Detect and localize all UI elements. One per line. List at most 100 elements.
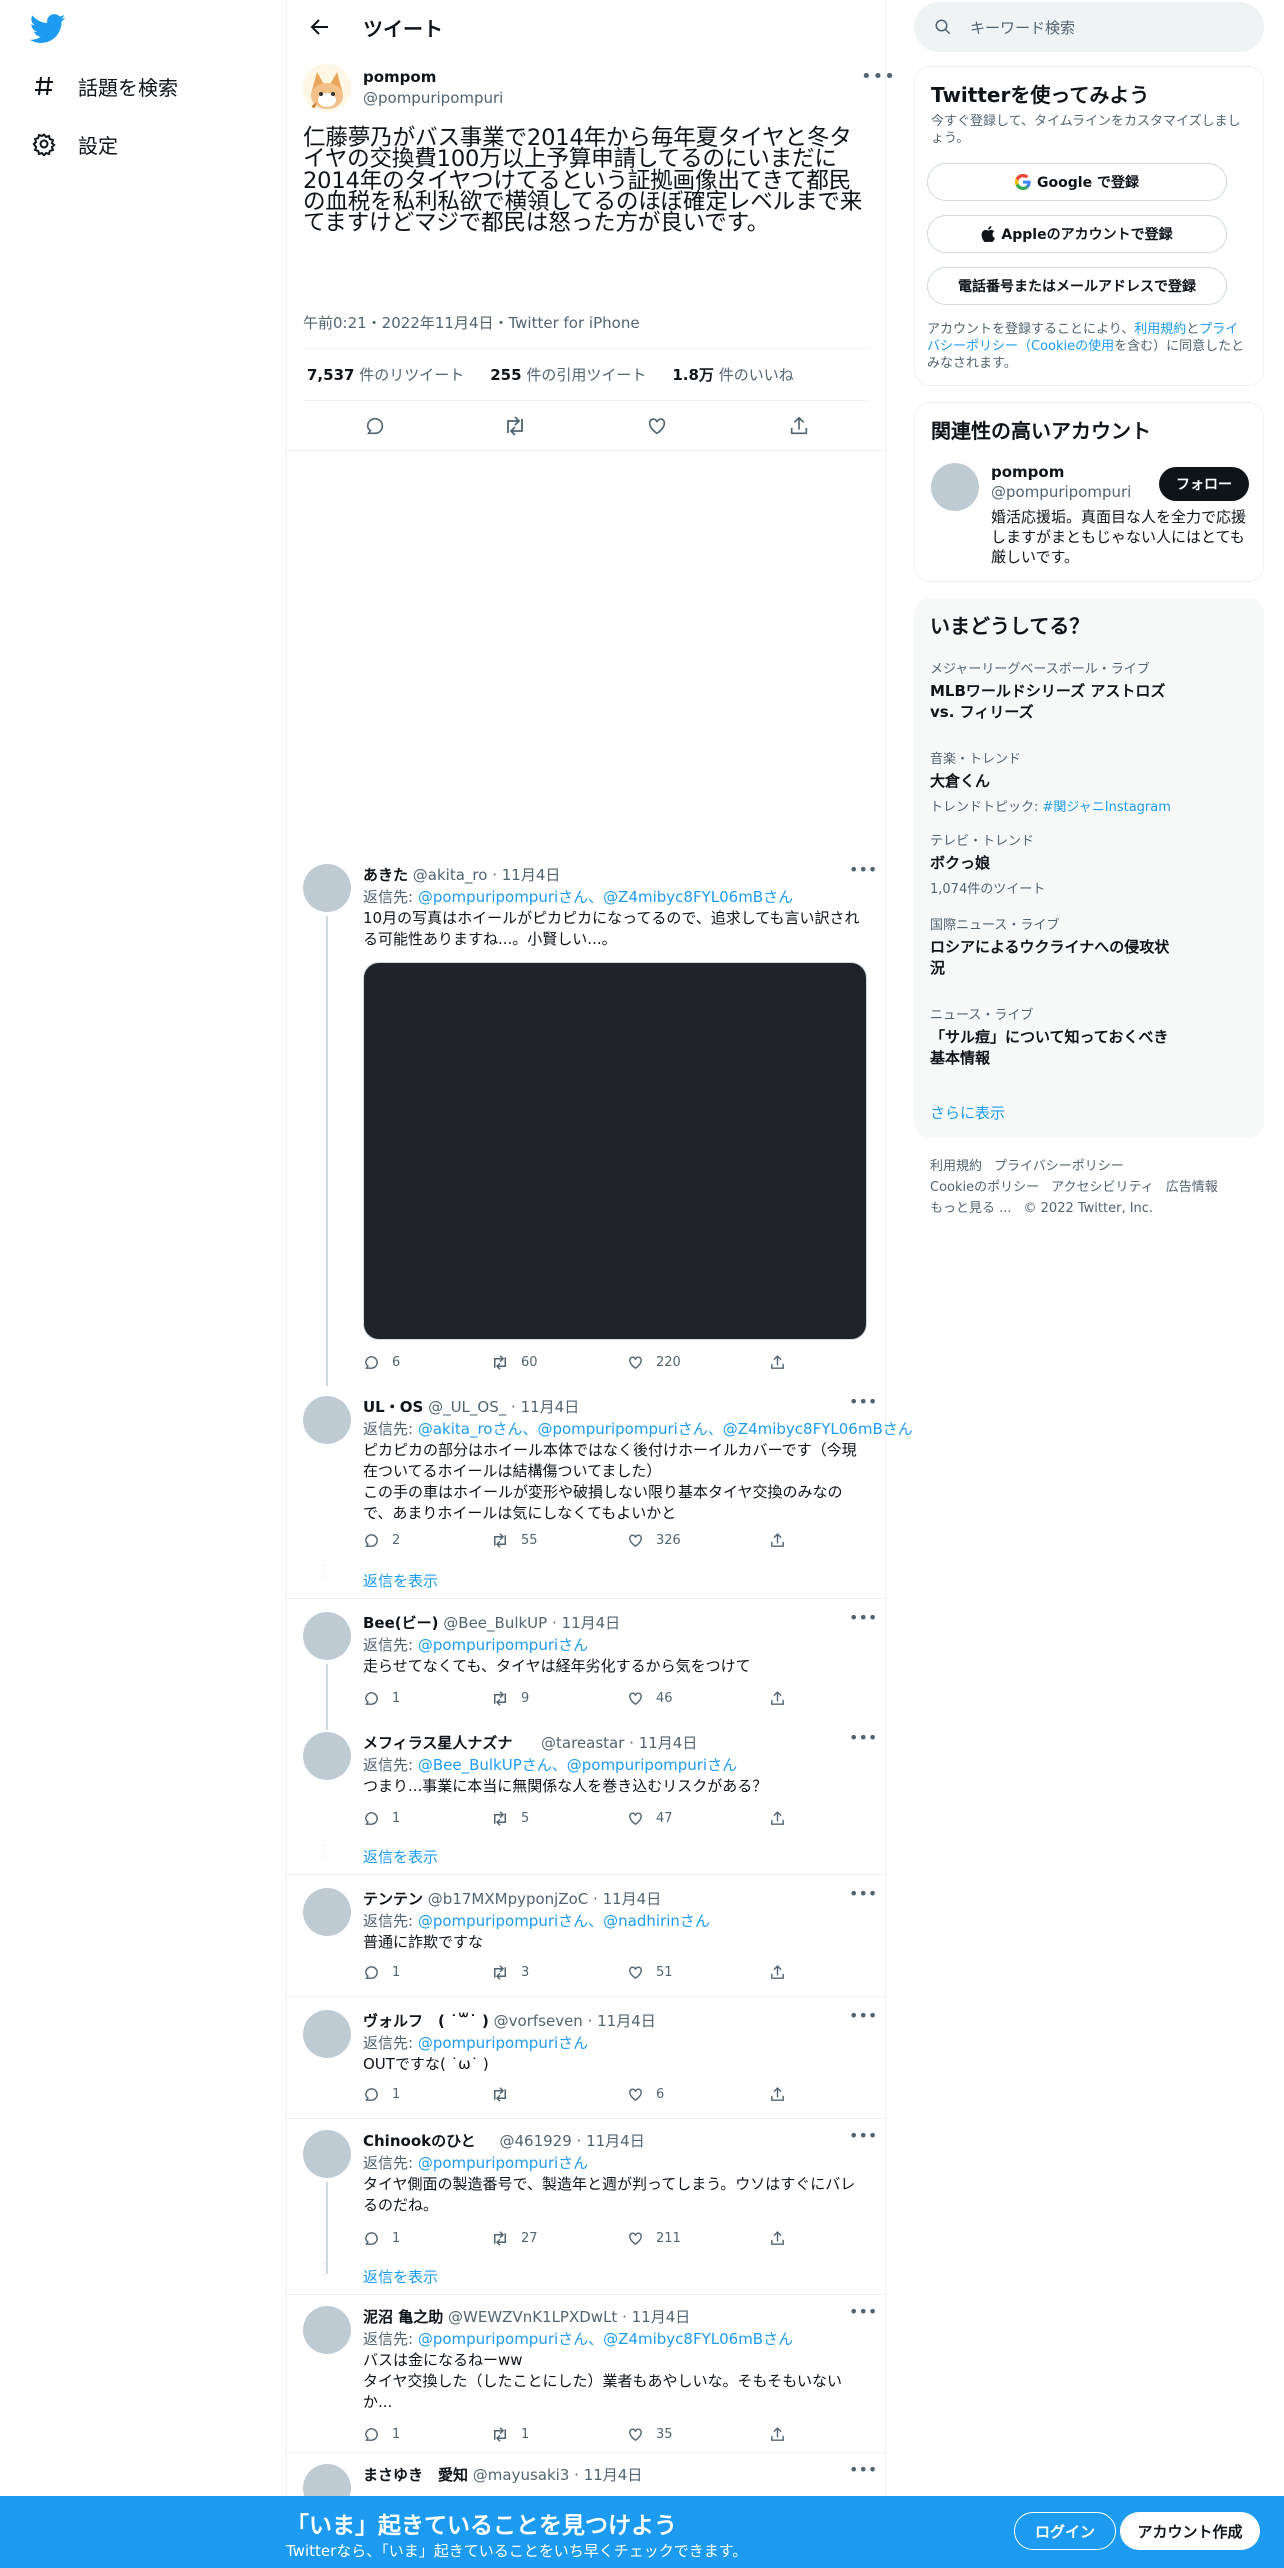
share-button[interactable] (769, 2086, 786, 2103)
share-button[interactable] (769, 2426, 786, 2443)
show-replies-link[interactable]: 返信を表示 (363, 1846, 438, 1867)
reply-date[interactable]: 11月4日 (521, 1398, 580, 1416)
related-account-handle[interactable]: @pompuripompuri (991, 483, 1131, 501)
author-name[interactable]: pompom (363, 68, 436, 86)
retweet-button[interactable]: 27 (491, 2230, 538, 2247)
show-replies-link[interactable]: 返信を表示 (363, 1570, 438, 1591)
trend-item[interactable]: ニュース・ライブ 「サル痘」について知っておくべき基本情報 (930, 1004, 1250, 1069)
author-name[interactable]: まさゆき 愛知 (363, 2466, 468, 2484)
reply-tweet[interactable]: ヴォルフ ( ˙꒳˙ ) @vorfseven · 11月4日 ••• 返信先:… (287, 2006, 885, 2120)
reply-icon[interactable] (359, 410, 391, 442)
reply-button[interactable]: 1 (363, 2426, 400, 2443)
reply-button[interactable]: 1 (363, 2086, 400, 2103)
reply-tweet[interactable]: Bee(ビー) @Bee_BulkUP · 11月4日 ••• 返信先: @po… (287, 1608, 885, 1730)
avatar[interactable] (303, 64, 351, 112)
retweet-button[interactable]: 9 (491, 1690, 529, 1707)
avatar[interactable] (303, 864, 351, 912)
more-icon[interactable]: ••• (849, 2006, 877, 2025)
retweet-button[interactable]: 3 (491, 1964, 529, 1981)
author-handle[interactable]: @461929 (500, 2132, 572, 2150)
author-handle[interactable]: @Bee_BulkUP (443, 1614, 547, 1632)
reply-date[interactable]: 11月4日 (639, 1734, 698, 1752)
reply-tweet[interactable]: テンテン @b17MXMpyponjZoC · 11月4日 ••• 返信先: @… (287, 1884, 885, 1998)
reply-date[interactable]: 11月4日 (603, 1890, 662, 1908)
quotes-stat[interactable]: 255 件の引用ツイート (490, 364, 646, 385)
avatar[interactable] (303, 2130, 351, 2178)
reply-date[interactable]: 11月4日 (632, 2308, 691, 2326)
footer-link[interactable]: Cookieのポリシー (930, 1180, 1039, 1195)
reply-button[interactable]: 1 (363, 1964, 400, 1981)
retweet-button[interactable]: 1 (491, 2426, 529, 2443)
like-button[interactable]: 35 (627, 2426, 673, 2443)
author-handle[interactable]: @tareastar (541, 1734, 624, 1752)
reply-tweet[interactable]: あきた @akita_ro · 11月4日 ••• 返信先: @pompurip… (287, 860, 885, 1386)
author-name[interactable]: ヴォルフ ( ˙꒳˙ ) (363, 2012, 489, 2030)
show-replies-link[interactable]: 返信を表示 (363, 2266, 438, 2287)
reply-tweet[interactable]: 泥沼 亀之助 @WEWZVnK1LPXDwLt · 11月4日 ••• 返信先:… (287, 2302, 885, 2442)
reply-date[interactable]: 11月4日 (597, 2012, 656, 2030)
avatar[interactable] (303, 2010, 351, 2058)
like-button[interactable]: 47 (627, 1810, 673, 1827)
share-button[interactable] (769, 1354, 786, 1371)
show-more-link[interactable]: さらに表示 (930, 1102, 1005, 1123)
footer-link[interactable]: もっと見る ... (930, 1201, 1012, 1216)
reply-date[interactable]: 11月4日 (584, 2466, 643, 2484)
share-button[interactable] (769, 1964, 786, 1981)
author-name[interactable]: Chinookのひと (363, 2132, 476, 2150)
more-icon[interactable]: ••• (849, 2302, 877, 2321)
heart-icon[interactable] (641, 410, 673, 442)
retweets-stat[interactable]: 7,537 件のリツイート (307, 364, 464, 385)
nav-settings[interactable]: 設定 (32, 124, 118, 164)
author-handle[interactable]: @mayusaki3 (473, 2466, 570, 2484)
share-button[interactable] (769, 1810, 786, 1827)
reply-tweet[interactable]: UL・OS @_UL_OS_ · 11月4日 ••• 返信先: @akita_r… (287, 1392, 913, 1590)
retweet-button[interactable]: 5 (491, 1810, 529, 1827)
like-button[interactable]: 51 (627, 1964, 673, 1981)
terms-link[interactable]: 利用規約 (1134, 322, 1186, 337)
twitter-logo-icon[interactable] (30, 14, 66, 44)
trend-item[interactable]: 音楽・トレンド 大倉くん トレンドトピック: #関ジャニInstagram (930, 748, 1250, 815)
retweet-button[interactable]: 55 (491, 1532, 538, 1549)
reply-button[interactable]: 1 (363, 1690, 400, 1707)
like-button[interactable]: 6 (627, 2086, 664, 2103)
share-icon[interactable] (783, 410, 815, 442)
avatar[interactable] (303, 1732, 351, 1780)
author-handle[interactable]: @pompuripompuri (363, 89, 503, 107)
trend-item[interactable]: メジャーリーグベースボール・ライブ MLBワールドシリーズ アストロズ vs. … (930, 658, 1250, 723)
footer-link[interactable]: アクセシビリティ (1051, 1180, 1154, 1195)
share-button[interactable] (769, 2230, 786, 2247)
google-signup-button[interactable]: Google で登録 (927, 163, 1227, 201)
author-name[interactable]: あきた (363, 866, 408, 884)
footer-link[interactable]: 利用規約 (930, 1159, 982, 1174)
retweet-icon[interactable] (499, 410, 531, 442)
author-handle[interactable]: @akita_ro (413, 866, 488, 884)
author-name[interactable]: テンテン (363, 1890, 423, 1908)
like-button[interactable]: 326 (627, 1532, 681, 1549)
author-name[interactable]: メフィラス星人ナズナ (363, 1734, 512, 1752)
like-button[interactable]: 211 (627, 2230, 681, 2247)
apple-signup-button[interactable]: Appleのアカウントで登録 (927, 215, 1227, 253)
reply-button[interactable]: 1 (363, 1810, 400, 1827)
reply-date[interactable]: 11月4日 (586, 2132, 645, 2150)
more-icon[interactable]: ••• (849, 2460, 877, 2479)
reply-tweet[interactable]: メフィラス星人ナズナ @tareastar · 11月4日 ••• 返信先: @… (287, 1728, 885, 1880)
media-image[interactable] (363, 962, 867, 1340)
signup-button[interactable]: アカウント作成 (1120, 2512, 1260, 2550)
author-handle[interactable]: @WEWZVnK1LPXDwLt (448, 2308, 617, 2326)
author-name[interactable]: 泥沼 亀之助 (363, 2308, 443, 2326)
author-name[interactable]: Bee(ビー) (363, 1614, 439, 1632)
search-input[interactable]: キーワード検索 (914, 2, 1264, 52)
avatar[interactable] (303, 1612, 351, 1660)
phone-email-signup-button[interactable]: 電話番号またはメールアドレスで登録 (927, 267, 1227, 305)
more-icon[interactable]: ••• (849, 1392, 877, 1411)
likes-stat[interactable]: 1.8万 件のいいね (672, 364, 793, 385)
reply-tweet[interactable]: Chinookのひと @461929 · 11月4日 ••• 返信先: @pom… (287, 2126, 885, 2302)
more-icon[interactable]: ••• (849, 1884, 877, 1903)
more-icon[interactable]: ••• (849, 1728, 877, 1747)
author-handle[interactable]: @b17MXMpyponjZoC (428, 1890, 588, 1908)
share-button[interactable] (769, 1532, 786, 1549)
retweet-button[interactable]: 60 (491, 1354, 538, 1371)
author-name[interactable]: UL・OS (363, 1398, 423, 1416)
tweet-meta[interactable]: 午前0:21・2022年11月4日・Twitter for iPhone (303, 312, 640, 333)
author-handle[interactable]: @vorfseven (494, 2012, 583, 2030)
